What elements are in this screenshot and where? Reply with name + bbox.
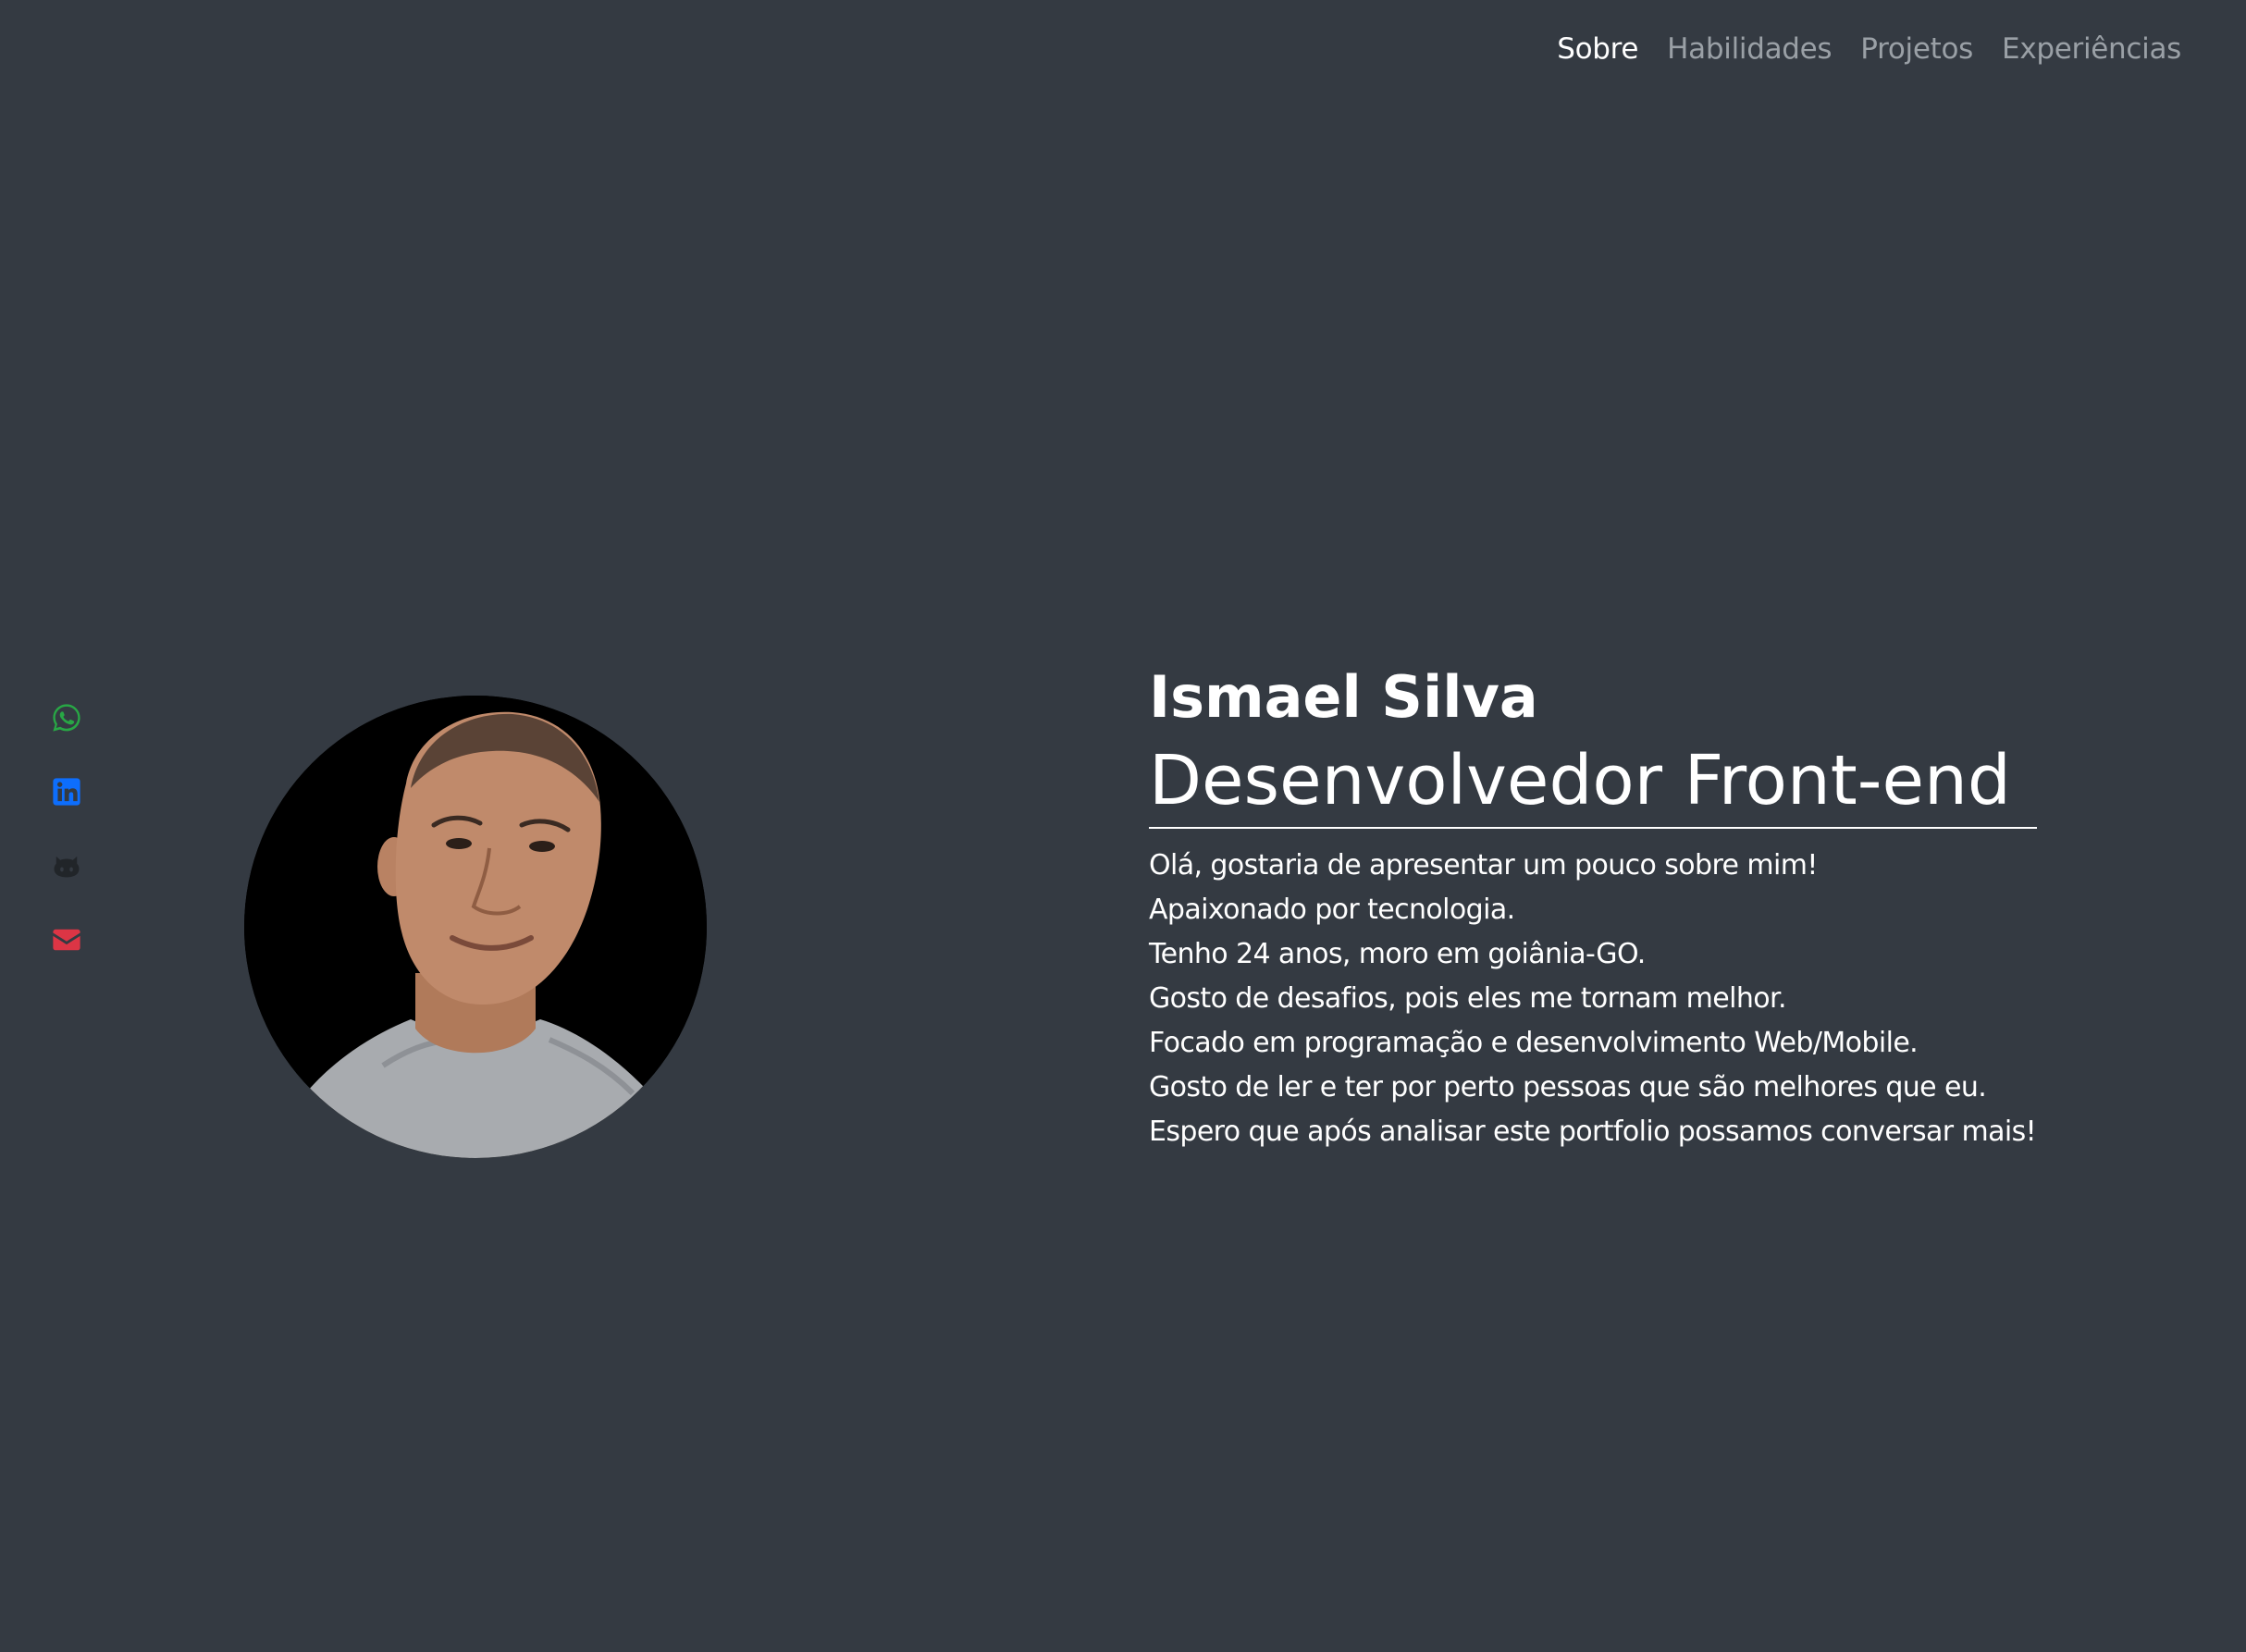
- nav-link-experiencias[interactable]: Experiências: [2002, 26, 2181, 72]
- bio-line: Tenho 24 anos, moro em goiânia-GO.: [1149, 938, 1646, 970]
- nav-link-habilidades[interactable]: Habilidades: [1667, 26, 1832, 72]
- profile-avatar: [244, 696, 707, 1158]
- bio-line: Apaixonado por tecnologia.: [1149, 894, 1515, 926]
- top-navigation: Sobre Habilidades Projetos Experiências: [1557, 26, 2181, 72]
- envelope-icon[interactable]: [50, 923, 83, 956]
- profile-role: Desenvolvedor Front-end: [1149, 734, 2037, 829]
- linkedin-icon[interactable]: [50, 775, 83, 808]
- bio-line: Gosto de ler e ter por perto pessoas que…: [1149, 1071, 1987, 1103]
- profile-bio: Olá, gostaria de apresentar um pouco sob…: [1149, 844, 2074, 1154]
- bio-line: Gosto de desafios, pois eles me tornam m…: [1149, 982, 1787, 1015]
- bio-line: Olá, gostaria de apresentar um pouco sob…: [1149, 849, 1818, 881]
- about-section: Ismael Silva Desenvolvedor Front-end Olá…: [1149, 660, 2074, 1154]
- portfolio-page: Sobre Habilidades Projetos Experiências: [0, 0, 2246, 1652]
- bio-line: Focado em programação e desenvolvimento …: [1149, 1027, 1919, 1059]
- github-icon[interactable]: [50, 849, 83, 882]
- bio-line: Espero que após analisar este portfolio …: [1149, 1116, 2037, 1148]
- whatsapp-icon[interactable]: [50, 701, 83, 734]
- nav-link-sobre[interactable]: Sobre: [1557, 26, 1638, 72]
- nav-link-projetos[interactable]: Projetos: [1860, 26, 1973, 72]
- profile-name: Ismael Silva: [1149, 663, 1538, 731]
